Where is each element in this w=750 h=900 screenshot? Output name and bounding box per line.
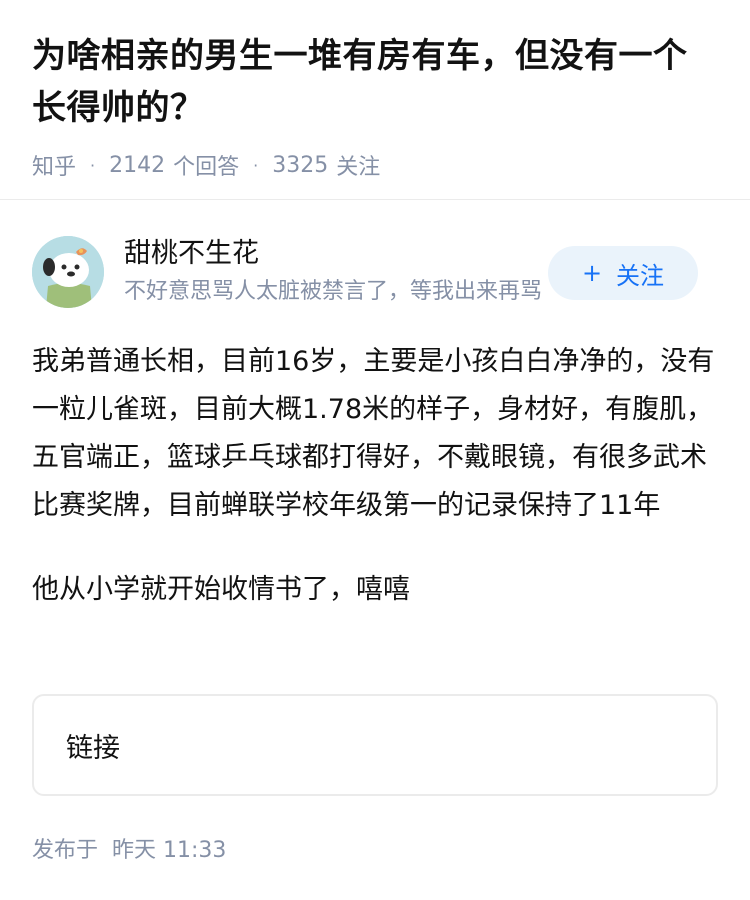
source-label[interactable]: 知乎 <box>32 149 76 181</box>
author-info: 甜桃不生花 不好意思骂人太脏被禁言了，等我出来再骂 <box>124 237 542 307</box>
author-bio: 不好意思骂人太脏被禁言了，等我出来再骂 <box>124 279 542 304</box>
follow-button-label: 关注 <box>616 261 665 290</box>
published-label: 发布于 <box>32 838 99 863</box>
follow-button[interactable]: + 关注 <box>548 246 698 300</box>
plus-icon: + <box>581 259 603 287</box>
answer-count: 2142 <box>109 152 166 178</box>
follow-count-label[interactable]: 关注 <box>336 149 380 181</box>
cartoon-dog-avatar-icon <box>32 236 104 308</box>
publish-info: 发布于 昨天 11:33 <box>32 832 226 864</box>
author-name[interactable]: 甜桃不生花 <box>124 237 542 271</box>
question-title[interactable]: 为啥相亲的男生一堆有房有车，但没有一个长得帅的？ <box>32 30 718 134</box>
author-row: 甜桃不生花 不好意思骂人太脏被禁言了，等我出来再骂 + 关注 <box>32 236 718 308</box>
answer-paragraph: 他从小学就开始收情书了，嘻嘻 <box>32 574 410 605</box>
link-card-label: 链接 <box>66 732 120 764</box>
answer-content: 我弟普通长相，目前16岁，主要是小孩白白净净的，没有一粒儿雀斑，目前大概1.78… <box>32 338 722 614</box>
meta-separator: · <box>253 155 259 175</box>
published-time: 昨天 11:33 <box>112 838 227 863</box>
question-meta: 知乎 · 2142 个回答 · 3325 关注 <box>32 148 718 182</box>
follow-count: 3325 <box>272 152 329 178</box>
section-divider <box>0 199 750 200</box>
link-card[interactable]: 链接 <box>32 694 718 796</box>
avatar[interactable] <box>32 236 104 308</box>
meta-separator: · <box>90 155 96 175</box>
answer-count-label[interactable]: 个回答 <box>173 149 239 181</box>
question-header: 为啥相亲的男生一堆有房有车，但没有一个长得帅的？ 知乎 · 2142 个回答 ·… <box>0 0 750 182</box>
answer-paragraph: 我弟普通长相，目前16岁，主要是小孩白白净净的，没有一粒儿雀斑，目前大概1.78… <box>32 346 715 521</box>
